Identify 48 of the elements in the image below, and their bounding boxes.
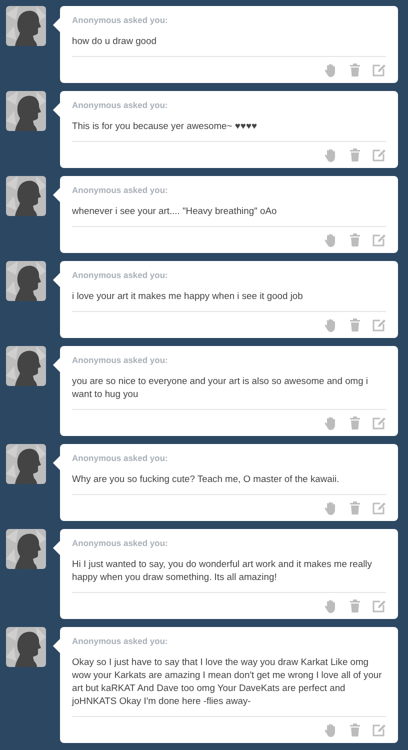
asker-label: Anonymous asked you:: [72, 453, 169, 463]
question-text: i love your art it makes me happy when i see it good job: [72, 289, 304, 302]
hand-icon[interactable]: [324, 233, 338, 247]
trash-icon[interactable]: [348, 148, 362, 162]
trash-icon[interactable]: [348, 723, 362, 737]
trash-icon[interactable]: [348, 501, 362, 515]
avatar: [6, 91, 46, 131]
asker-label: Anonymous asked you:: [72, 538, 169, 548]
asker-label: Anonymous asked you:: [72, 15, 169, 25]
avatar: [6, 176, 46, 216]
hand-icon[interactable]: [324, 318, 338, 332]
asker-label: Anonymous asked you:: [72, 185, 169, 195]
trash-icon[interactable]: [348, 318, 362, 332]
edit-icon[interactable]: [372, 501, 386, 515]
trash-icon[interactable]: [348, 233, 362, 247]
avatar: [6, 529, 46, 569]
question-text: Hi I just wanted to say, you do wonderful art work and it makes me really happy when you draw something. Its all amazing!: [72, 557, 373, 583]
question-text: whenever i see your art.... "Heavy breathing" oAo: [72, 204, 278, 217]
asker-label: Anonymous asked you:: [72, 100, 169, 110]
hand-icon[interactable]: [324, 501, 338, 515]
question-text: you are so nice to everyone and your art is also so awesome and omg i want to hug you: [72, 374, 369, 400]
asker-label: Anonymous asked you:: [72, 270, 169, 280]
hand-icon[interactable]: [324, 63, 338, 77]
trash-icon[interactable]: [348, 599, 362, 613]
question-text: This is for you because yer awesome~ ♥♥♥♥: [72, 119, 258, 132]
avatar: [6, 346, 46, 386]
avatar: [6, 6, 46, 46]
asker-label: Anonymous asked you:: [72, 355, 169, 365]
trash-icon[interactable]: [348, 63, 362, 77]
asker-label: Anonymous asked you:: [72, 636, 169, 646]
edit-icon[interactable]: [372, 63, 386, 77]
edit-icon[interactable]: [372, 233, 386, 247]
edit-icon[interactable]: [372, 318, 386, 332]
edit-icon[interactable]: [372, 416, 386, 430]
hand-icon[interactable]: [324, 148, 338, 162]
avatar: [6, 261, 46, 301]
question-text: Okay so I just have to say that I love the way you draw Karkat Like omg wow your Karkats are amazing I mean don't get me wrong I love all of your art but kaRKAT And Dave too omg Your DaveKats are perfect and joHNKATS Okay I'm done here -flies away-: [72, 655, 383, 707]
hand-icon[interactable]: [324, 723, 338, 737]
trash-icon[interactable]: [348, 416, 362, 430]
question-text: Why are you so fucking cute? Teach me, O master of the kawaii.: [72, 472, 340, 485]
avatar: [6, 444, 46, 484]
edit-icon[interactable]: [372, 148, 386, 162]
edit-icon[interactable]: [372, 723, 386, 737]
edit-icon[interactable]: [372, 599, 386, 613]
question-text: how do u draw good: [72, 34, 158, 47]
hand-icon[interactable]: [324, 416, 338, 430]
avatar: [6, 627, 46, 667]
hand-icon[interactable]: [324, 599, 338, 613]
